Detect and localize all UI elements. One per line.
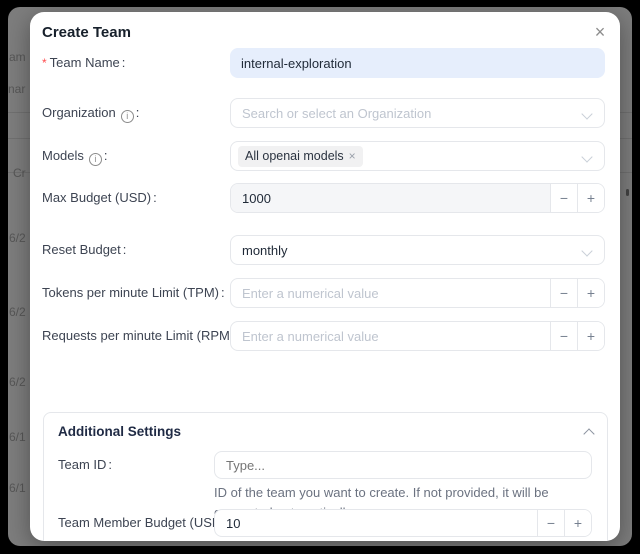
- decrement-button[interactable]: −: [550, 184, 577, 212]
- field-row-max-budget: Max Budget (USD): − +: [42, 183, 605, 213]
- field-row-organization: Organizationi: Search or select an Organ…: [42, 98, 605, 128]
- additional-settings-panel: Additional Settings Team ID: ID of the t…: [43, 412, 608, 541]
- reset-budget-label: Reset Budget:: [42, 235, 126, 265]
- field-row-models: Modelsi: All openai models ×: [42, 141, 605, 171]
- model-tag-label: All openai models: [245, 148, 344, 165]
- info-icon[interactable]: i: [121, 110, 134, 123]
- dimmed-background-page: am nar Cr 6/2 6/2 6/2 6/1 6/1 Create Tea…: [8, 7, 632, 546]
- field-row-team-id: Team ID:: [58, 451, 593, 479]
- scrollbar-dot: [626, 189, 629, 196]
- required-mark: *: [42, 56, 47, 70]
- max-budget-number-input: − +: [230, 183, 605, 213]
- additional-settings-header[interactable]: Additional Settings: [58, 421, 595, 443]
- rpm-number-input: − +: [230, 321, 605, 351]
- tpm-input[interactable]: [231, 279, 550, 307]
- decrement-button[interactable]: −: [550, 279, 577, 307]
- field-row-team-name: *Team Name:: [42, 48, 605, 78]
- team-id-label: Team ID:: [58, 451, 112, 479]
- team-name-input[interactable]: [230, 48, 605, 78]
- background-text-fragment: nar: [8, 83, 30, 96]
- max-budget-input[interactable]: [231, 184, 550, 212]
- reset-budget-value: monthly: [242, 243, 288, 258]
- member-budget-input[interactable]: [215, 510, 537, 536]
- tag-remove-icon[interactable]: ×: [349, 150, 356, 162]
- field-row-member-budget: Team Member Budget (USD)?: − +: [58, 509, 593, 537]
- background-text-fragment: 6/2: [9, 232, 31, 245]
- modal-title: Create Team: [42, 24, 131, 41]
- selected-model-tag: All openai models ×: [238, 146, 363, 167]
- background-text-fragment: 6/2: [9, 306, 31, 319]
- reset-budget-select[interactable]: monthly: [230, 235, 605, 265]
- organization-label: Organizationi:: [42, 98, 139, 128]
- rpm-limit-label: Requests per minute Limit (RPM):: [42, 321, 240, 351]
- models-label: Modelsi:: [42, 141, 108, 171]
- team-id-input[interactable]: [214, 451, 592, 479]
- increment-button[interactable]: +: [577, 279, 604, 307]
- background-text-fragment: 6/1: [9, 431, 31, 444]
- increment-button[interactable]: +: [564, 510, 591, 536]
- chevron-down-icon: [581, 151, 592, 162]
- info-icon[interactable]: i: [89, 153, 102, 166]
- models-select[interactable]: All openai models ×: [230, 141, 605, 171]
- background-text-fragment: am: [9, 51, 31, 64]
- close-icon[interactable]: ×: [588, 20, 612, 44]
- create-team-modal: Create Team × *Team Name: Organizationi:…: [30, 12, 620, 541]
- additional-settings-title: Additional Settings: [58, 424, 181, 439]
- tpm-limit-label: Tokens per minute Limit (TPM):: [42, 278, 225, 308]
- background-text-fragment: 6/1: [9, 482, 31, 495]
- max-budget-label: Max Budget (USD):: [42, 183, 157, 213]
- tpm-number-input: − +: [230, 278, 605, 308]
- decrement-button[interactable]: −: [537, 510, 564, 536]
- field-row-reset-budget: Reset Budget: monthly: [42, 235, 605, 265]
- member-budget-number-input: − +: [214, 509, 592, 537]
- field-row-tpm-limit: Tokens per minute Limit (TPM): − +: [42, 278, 605, 308]
- increment-button[interactable]: +: [577, 184, 604, 212]
- increment-button[interactable]: +: [577, 322, 604, 350]
- chevron-down-icon: [581, 108, 592, 119]
- field-row-rpm-limit: Requests per minute Limit (RPM): − +: [42, 321, 605, 351]
- decrement-button[interactable]: −: [550, 322, 577, 350]
- organization-select[interactable]: Search or select an Organization: [230, 98, 605, 128]
- chevron-down-icon: [581, 245, 592, 256]
- organization-placeholder: Search or select an Organization: [242, 106, 431, 121]
- team-name-label: *Team Name:: [42, 48, 125, 78]
- chevron-up-icon: [583, 428, 594, 439]
- background-text-fragment: 6/2: [9, 376, 31, 389]
- rpm-input[interactable]: [231, 322, 550, 350]
